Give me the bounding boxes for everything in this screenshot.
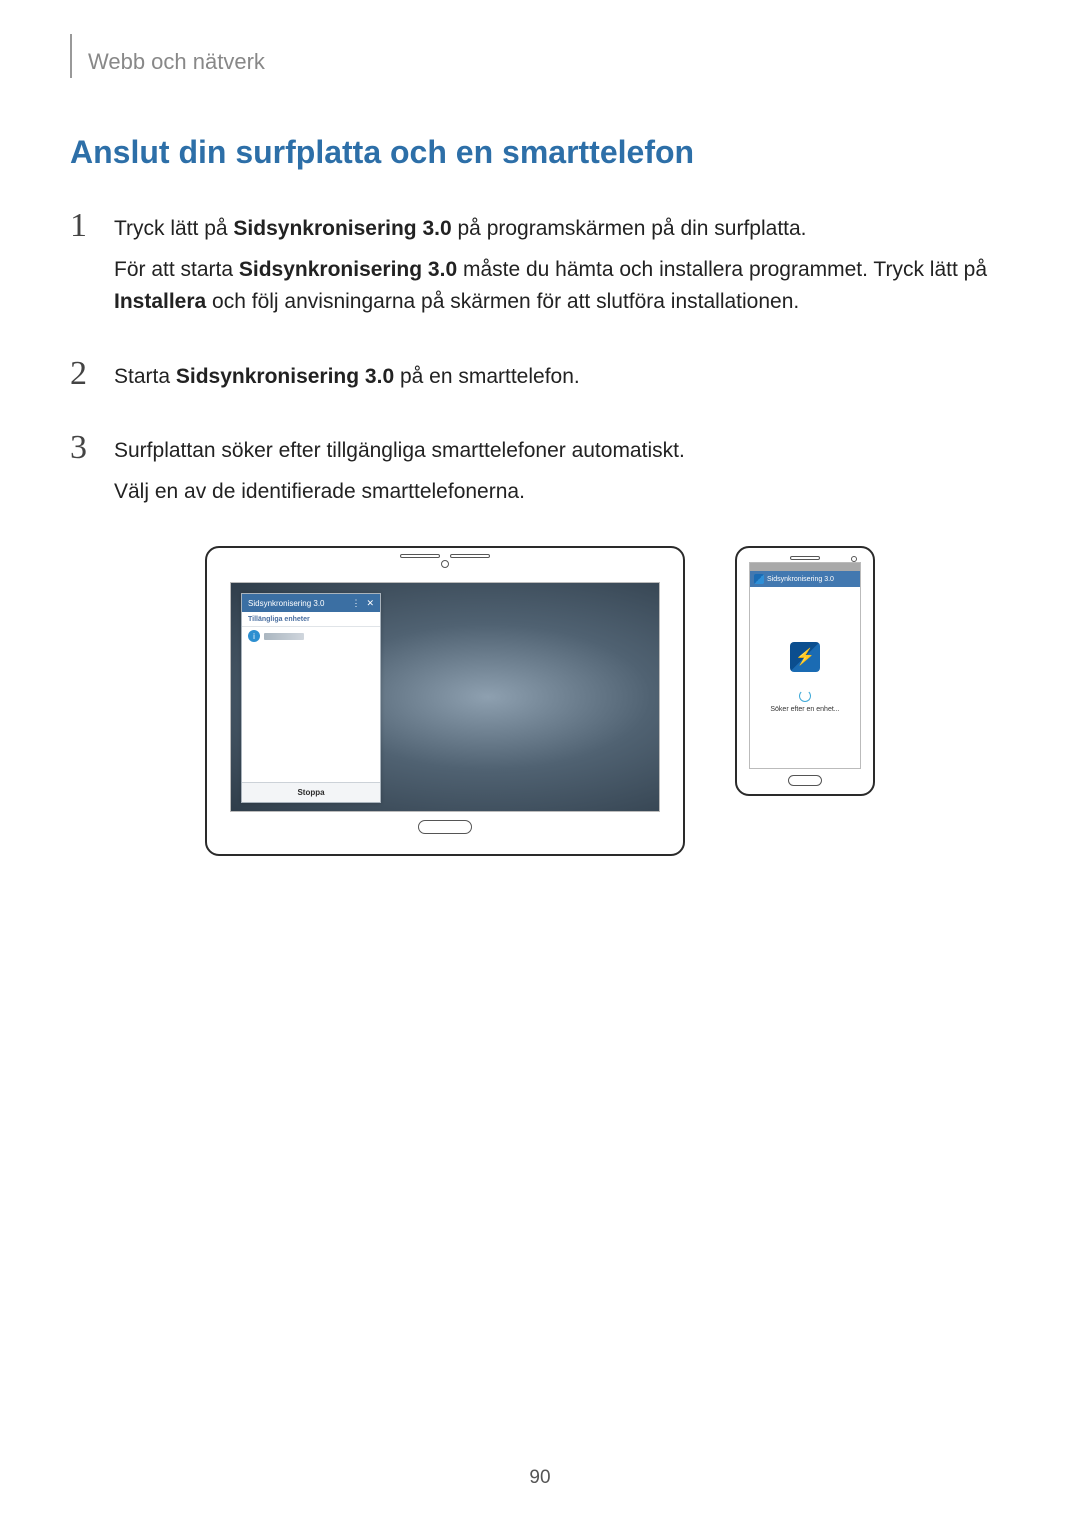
phone-screen: Sidsynkronisering 3.0 ⚡ Söker efter en e… — [749, 562, 861, 769]
text: Starta — [114, 365, 176, 388]
text: Tryck lätt på — [114, 217, 233, 240]
header-rule-icon — [70, 34, 72, 78]
tablet-side-panel: Sidsynkronisering 3.0 ⋮ ✕ Tillängliga en… — [241, 593, 381, 803]
bold-text: Sidsynkronisering 3.0 — [233, 217, 451, 240]
text: Surfplattan söker efter tillgängliga sma… — [114, 435, 1010, 468]
illustration-row: Sidsynkronisering 3.0 ⋮ ✕ Tillängliga en… — [70, 546, 1010, 856]
header-region: Webb och nätverk — [70, 40, 1010, 84]
phone-search-text: Söker efter en enhet... — [770, 706, 839, 713]
phone-status-bar — [750, 563, 860, 571]
panel-title: Sidsynkronisering 3.0 — [248, 599, 324, 608]
tablet-illustration: Sidsynkronisering 3.0 ⋮ ✕ Tillängliga en… — [205, 546, 685, 856]
phone-illustration: Sidsynkronisering 3.0 ⚡ Söker efter en e… — [735, 546, 875, 796]
text: Välj en av de identifierade smarttelefon… — [114, 476, 1010, 509]
text: För att starta — [114, 258, 239, 281]
bold-text: Installera — [114, 290, 206, 313]
step-body: Tryck lätt på Sidsynkronisering 3.0 på p… — [114, 209, 1010, 327]
sync-app-icon: ⚡ — [790, 642, 820, 672]
phone-search-status: Söker efter en enhet... — [770, 690, 839, 713]
spinner-icon — [799, 690, 811, 702]
device-name-blurred — [264, 633, 304, 640]
bold-text: Sidsynkronisering 3.0 — [239, 258, 457, 281]
menu-icon[interactable]: ⋮ — [351, 599, 360, 608]
tablet-screen: Sidsynkronisering 3.0 ⋮ ✕ Tillängliga en… — [230, 582, 660, 812]
phone-home-button-icon — [788, 775, 822, 786]
step-2: 2 Starta Sidsynkronisering 3.0 på en sma… — [70, 357, 1010, 402]
breadcrumb: Webb och nätverk — [88, 49, 265, 75]
tablet-camera-icon — [441, 560, 449, 568]
step-1: 1 Tryck lätt på Sidsynkronisering 3.0 på… — [70, 209, 1010, 327]
stop-button[interactable]: Stoppa — [242, 782, 380, 802]
step-body: Surfplattan söker efter tillgängliga sma… — [114, 431, 1010, 516]
section-title: Anslut din surfplatta och en smarttelefo… — [70, 134, 1010, 171]
panel-header: Sidsynkronisering 3.0 ⋮ ✕ — [242, 594, 380, 612]
text: på programskärmen på din surfplatta. — [452, 217, 807, 240]
phone-app-title: Sidsynkronisering 3.0 — [767, 576, 834, 583]
phone-app-header: Sidsynkronisering 3.0 — [750, 571, 860, 587]
device-list-item[interactable]: i — [242, 627, 380, 645]
panel-subtitle: Tillängliga enheter — [242, 612, 380, 627]
phone-app-icon-small — [754, 574, 764, 584]
step-body: Starta Sidsynkronisering 3.0 på en smart… — [114, 357, 1010, 402]
text: på en smarttelefon. — [394, 365, 580, 388]
step-number: 2 — [70, 357, 114, 391]
tablet-speaker-icon — [400, 554, 490, 558]
tablet-home-button-icon — [418, 820, 472, 834]
phone-body: ⚡ Söker efter en enhet... — [750, 587, 860, 768]
step-number: 1 — [70, 209, 114, 243]
step-3: 3 Surfplattan söker efter tillgängliga s… — [70, 431, 1010, 516]
step-number: 3 — [70, 431, 114, 465]
bold-text: Sidsynkronisering 3.0 — [176, 365, 394, 388]
page-number: 90 — [0, 1467, 1080, 1489]
close-icon[interactable]: ✕ — [366, 599, 374, 608]
text: och följ anvisningarna på skärmen för at… — [206, 290, 799, 313]
text: måste du hämta och installera programmet… — [457, 258, 987, 281]
phone-speaker-icon — [790, 556, 820, 560]
device-icon: i — [248, 630, 260, 642]
